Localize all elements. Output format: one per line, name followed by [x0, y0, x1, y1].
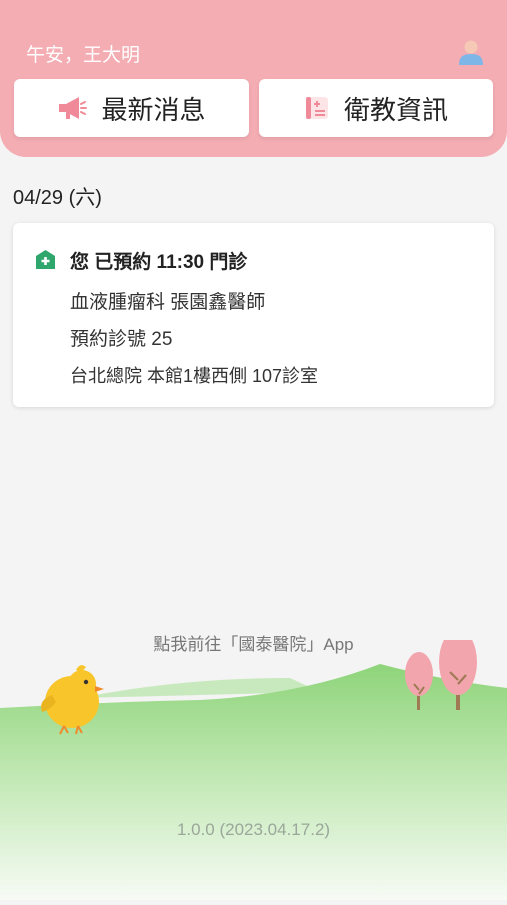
hospital-icon — [35, 249, 56, 275]
megaphone-icon — [57, 95, 88, 121]
appointment-department-doctor: 血液腫瘤科 張園鑫醫師 — [70, 292, 266, 313]
health-education-button[interactable]: 衛教資訊 — [259, 79, 493, 137]
appointment-location: 台北總院 本館1樓西側 107診室 — [70, 366, 319, 386]
greeting-text: 午安，王大明 — [26, 45, 141, 66]
open-cathay-app-link[interactable]: 點我前往「國泰醫院」App — [0, 630, 507, 655]
appointment-title: 您 已預約 11:30 門診 — [70, 252, 248, 273]
health-education-label: 衛教資訊 — [343, 94, 448, 125]
appointment-date: 04/29 (六) — [13, 187, 102, 209]
health-info-icon — [304, 95, 330, 121]
user-icon[interactable] — [458, 38, 484, 66]
header-bar: 午安，王大明 最新消息 衛教資訊 — [0, 0, 507, 157]
appointment-number: 預約診號 25 — [70, 329, 173, 350]
latest-news-button[interactable]: 最新消息 — [14, 79, 249, 137]
version-text: 1.0.0 (2023.04.17.2) — [176, 820, 331, 839]
appointment-card[interactable]: 您 已預約 11:30 門診 血液腫瘤科 張園鑫醫師 預約診號 25 台北總院 … — [13, 223, 494, 407]
landscape-illustration — [0, 629, 507, 900]
latest-news-label: 最新消息 — [101, 94, 206, 125]
